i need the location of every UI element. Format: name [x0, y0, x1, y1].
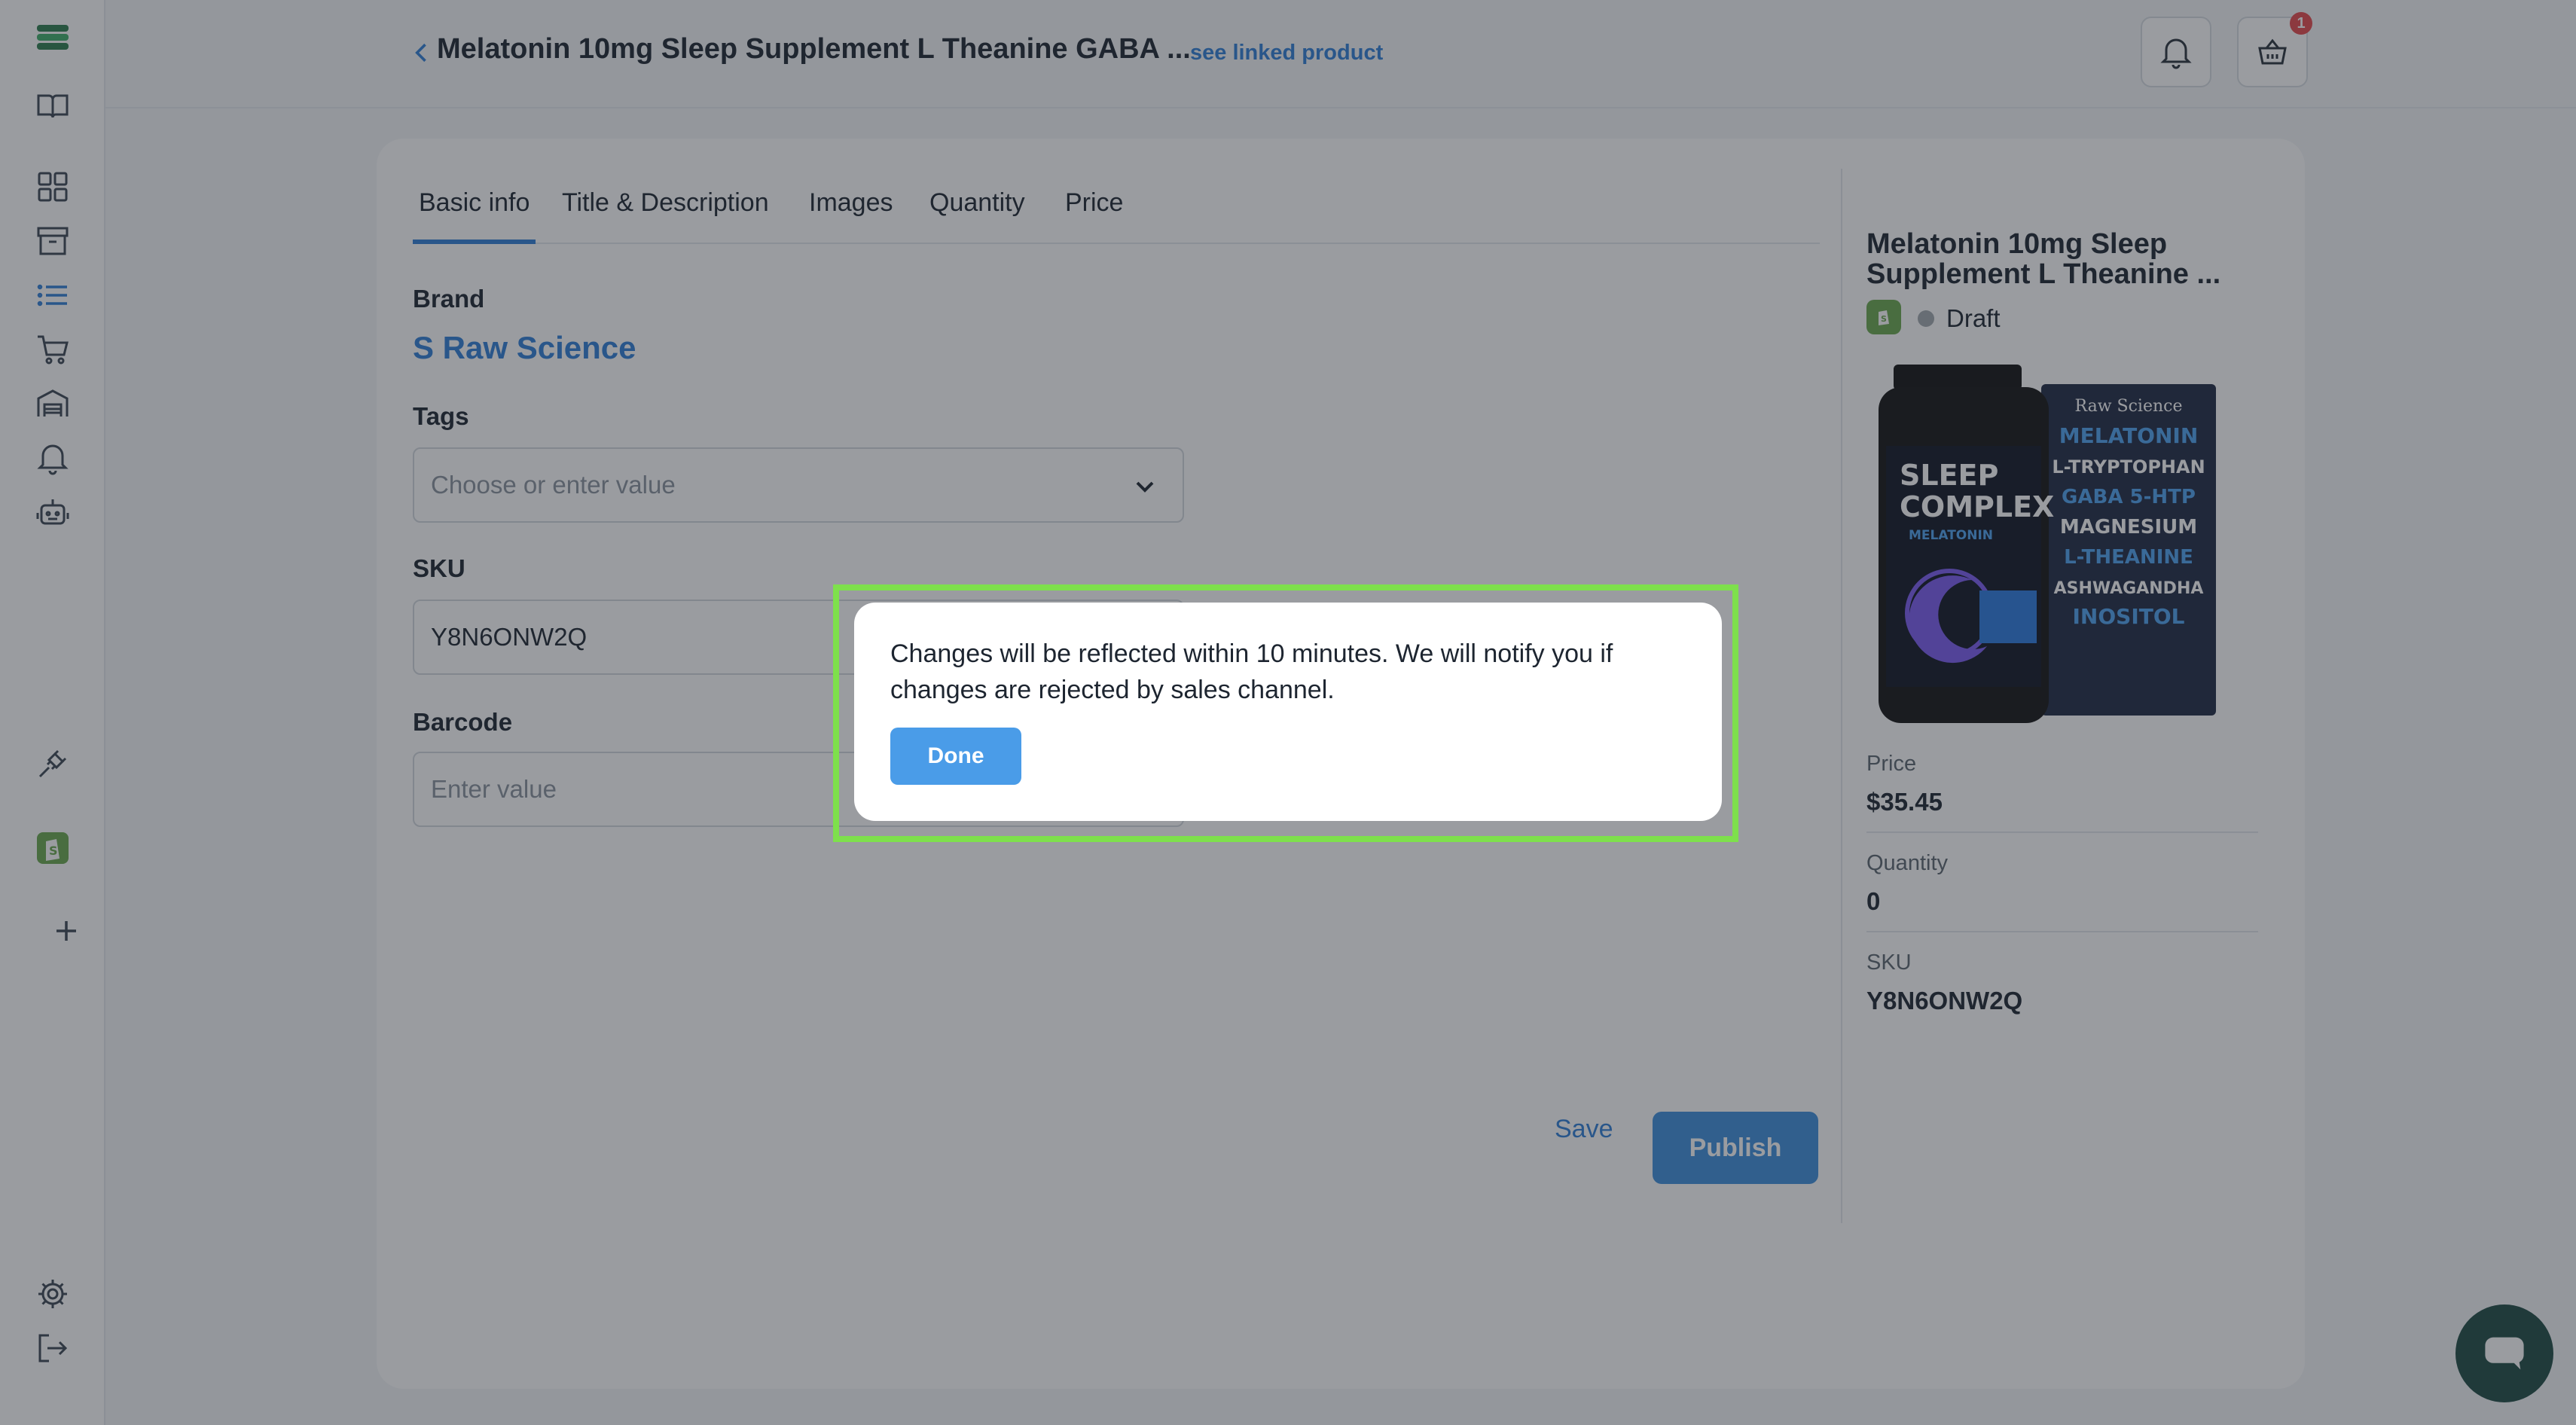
confirmation-dialog: Changes will be reflected within 10 minu… — [854, 603, 1722, 821]
done-button[interactable]: Done — [890, 728, 1021, 785]
dialog-message: Changes will be reflected within 10 minu… — [890, 639, 1613, 704]
